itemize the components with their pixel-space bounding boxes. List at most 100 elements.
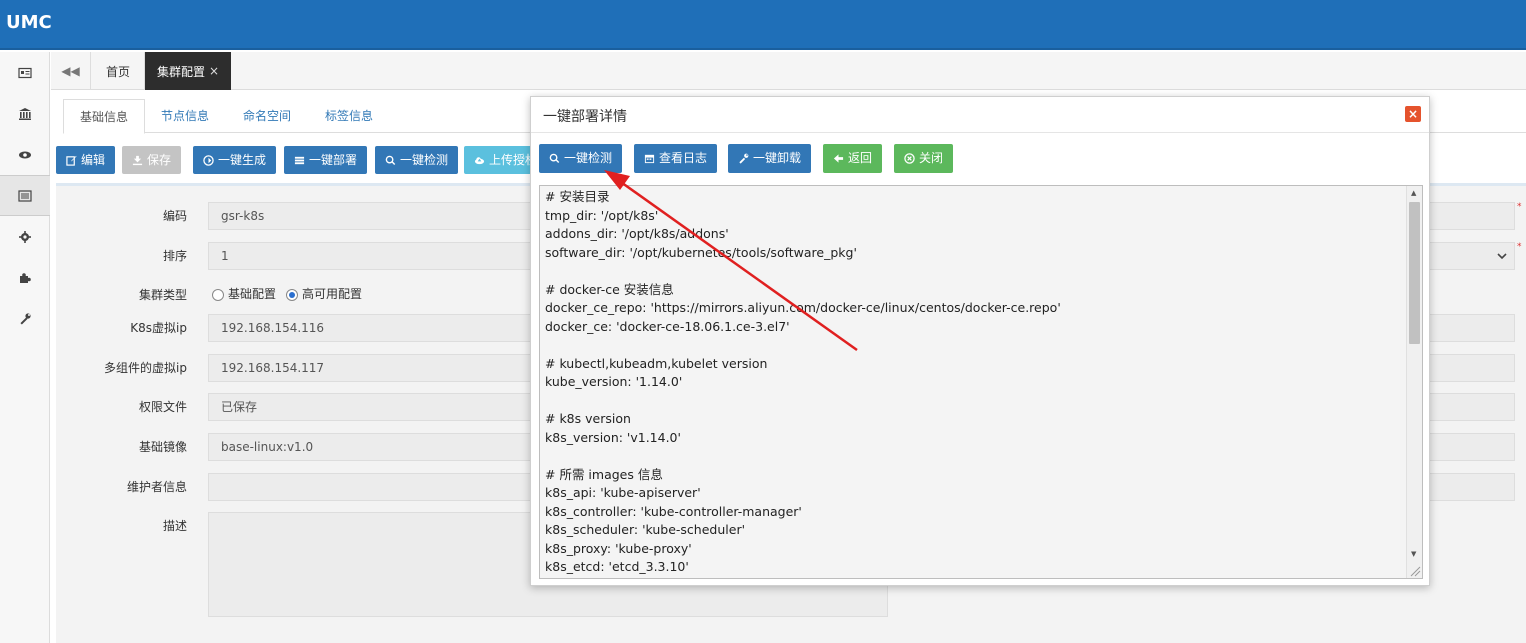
log-line: k8s_controller: 'kube-controller-manager…: [545, 503, 802, 519]
edit-button[interactable]: 编辑: [56, 146, 116, 174]
log-line: docker_ce_repo: 'https://mirrors.aliyun.…: [545, 300, 1061, 315]
type-label: 集群类型: [138, 288, 187, 302]
multi-vip-label: 多组件的虚拟ip: [104, 361, 187, 375]
sidebar-item-list[interactable]: [0, 175, 50, 216]
sidebar-item-settings[interactable]: [0, 216, 50, 257]
log-line: k8s_etcd: 'etcd_3.3.10': [545, 559, 689, 574]
eye-icon: [19, 151, 31, 158]
sidebar-item-view[interactable]: [0, 134, 50, 175]
left-sidebar: [0, 52, 50, 643]
view-log-label: 查看日志: [659, 151, 708, 165]
view-log-button[interactable]: 查看日志: [634, 144, 718, 173]
auth-label: 权限文件: [138, 400, 187, 414]
required-marker: *: [1517, 202, 1522, 212]
log-line: # 所需 images 信息: [545, 466, 663, 482]
radio-ha-label: 高可用配置: [302, 287, 363, 301]
uninstall-button[interactable]: 一键卸载: [728, 144, 812, 173]
desc-label: 描述: [162, 519, 187, 533]
wrench-icon: [20, 312, 31, 325]
maintainer-label: 维护者信息: [126, 480, 187, 494]
edit-button-label: 编辑: [81, 153, 106, 167]
log-line: k8s_version: 'v1.14.0': [545, 429, 681, 445]
gear-icon: [19, 230, 31, 243]
tab-home[interactable]: 首页: [92, 52, 145, 90]
sidebar-item-profile[interactable]: [0, 52, 50, 93]
app-logo[interactable]: UMC: [6, 12, 52, 33]
radio-ha[interactable]: 高可用配置: [286, 285, 362, 302]
log-line: # 安装目录: [545, 189, 610, 204]
back-button[interactable]: 返回: [823, 144, 883, 173]
chevron-down-icon: [1497, 253, 1507, 260]
image-label: 基础镜像: [138, 440, 187, 454]
tab-namespace[interactable]: 命名空间: [227, 99, 307, 134]
sidebar-item-plugins[interactable]: [0, 257, 50, 298]
sidebar-item-bank[interactable]: [0, 93, 50, 134]
modal-title: 一键部署详情: [543, 109, 627, 125]
search-icon: [549, 153, 560, 163]
generate-button-label: 一键生成: [218, 153, 267, 167]
modal-header: 一键部署详情 ×: [531, 97, 1429, 133]
deploy-detail-modal: 一键部署详情 × 一键检测 查看日志 一键卸载 返回 关闭 # 安装目录 tmp_…: [530, 96, 1430, 586]
log-line: k8s_proxy: 'kube-proxy': [545, 540, 692, 556]
generate-button[interactable]: 一键生成: [193, 146, 277, 174]
modal-close-label: 关闭: [919, 151, 944, 165]
cluster-type-radios: 基础配置 高可用配置: [212, 285, 362, 302]
close-icon[interactable]: ×: [209, 64, 219, 78]
cloud-upload-icon: [474, 156, 485, 164]
arrow-left-icon: [833, 154, 844, 163]
save-button-label: 保存: [147, 153, 172, 167]
log-line: k8s_api: 'kube-apiserver': [545, 485, 701, 500]
radio-basic[interactable]: 基础配置: [212, 285, 276, 302]
log-line: tmp_dir: '/opt/k8s': [545, 207, 659, 223]
log-line: docker_ce: 'docker-ce-18.06.1.ce-3.el7': [545, 318, 790, 334]
double-chevron-left-icon: ◀◀: [61, 64, 80, 78]
deploy-button-label: 一键部署: [309, 153, 358, 167]
log-line: # kubectl,kubeadm,kubelet version: [545, 355, 768, 371]
order-label: 排序: [162, 249, 187, 263]
deploy-button[interactable]: 一键部署: [284, 146, 368, 174]
scroll-thumb[interactable]: [1409, 202, 1420, 344]
modal-check-button[interactable]: 一键检测: [539, 144, 623, 173]
tab-basic-info[interactable]: 基础信息: [63, 99, 146, 134]
tab-cluster-config[interactable]: 集群配置 ×: [145, 52, 231, 90]
back-label: 返回: [848, 151, 873, 165]
uninstall-label: 一键卸载: [753, 151, 802, 165]
log-line: k8s_scheduler: 'kube-scheduler': [545, 522, 746, 537]
resize-grip-icon[interactable]: [1407, 563, 1421, 577]
scroll-up-icon[interactable]: ▲: [1411, 189, 1416, 197]
log-line: # docker-ce 安装信息: [545, 281, 674, 297]
search-icon: [385, 155, 396, 165]
wrench-icon: [739, 153, 749, 164]
page-tab-strip: ◀◀ 首页 集群配置 ×: [51, 52, 1526, 90]
log-line: addons_dir: '/opt/k8s/addons': [545, 226, 729, 241]
top-bar: UMC: [0, 0, 1526, 50]
close-circle-icon: [904, 153, 915, 164]
tab-cluster-label: 集群配置: [156, 64, 205, 79]
code-label: 编码: [162, 209, 187, 223]
scroll-down-icon[interactable]: ▼: [1411, 550, 1416, 558]
calendar-icon: [644, 154, 655, 164]
tab-node-info[interactable]: 节点信息: [145, 99, 225, 134]
bank-icon: [19, 107, 31, 120]
log-line: kube_version: '1.14.0': [545, 374, 683, 389]
radio-circle: [212, 288, 224, 301]
save-button[interactable]: 保存: [122, 146, 182, 174]
modal-close-button[interactable]: 关闭: [894, 144, 954, 173]
tab-label-info[interactable]: 标签信息: [309, 99, 389, 134]
required-marker: *: [1517, 242, 1522, 252]
check-button[interactable]: 一键检测: [375, 146, 459, 174]
modal-check-label: 一键检测: [564, 151, 613, 165]
tab-scroll-back-button[interactable]: ◀◀: [51, 52, 91, 90]
log-scrollbar[interactable]: ▲ ▼: [1406, 186, 1422, 578]
log-line: # k8s version: [545, 411, 631, 426]
deploy-log-textarea[interactable]: # 安装目录 tmp_dir: '/opt/k8s' addons_dir: '/o…: [539, 185, 1423, 579]
vip-label: K8s虚拟ip: [130, 321, 187, 335]
radio-circle-checked: [286, 288, 299, 301]
close-icon[interactable]: ×: [1405, 106, 1421, 122]
sidebar-item-tools[interactable]: [0, 298, 50, 339]
order-select-value: 1: [221, 249, 229, 263]
puzzle-icon: [20, 272, 31, 283]
